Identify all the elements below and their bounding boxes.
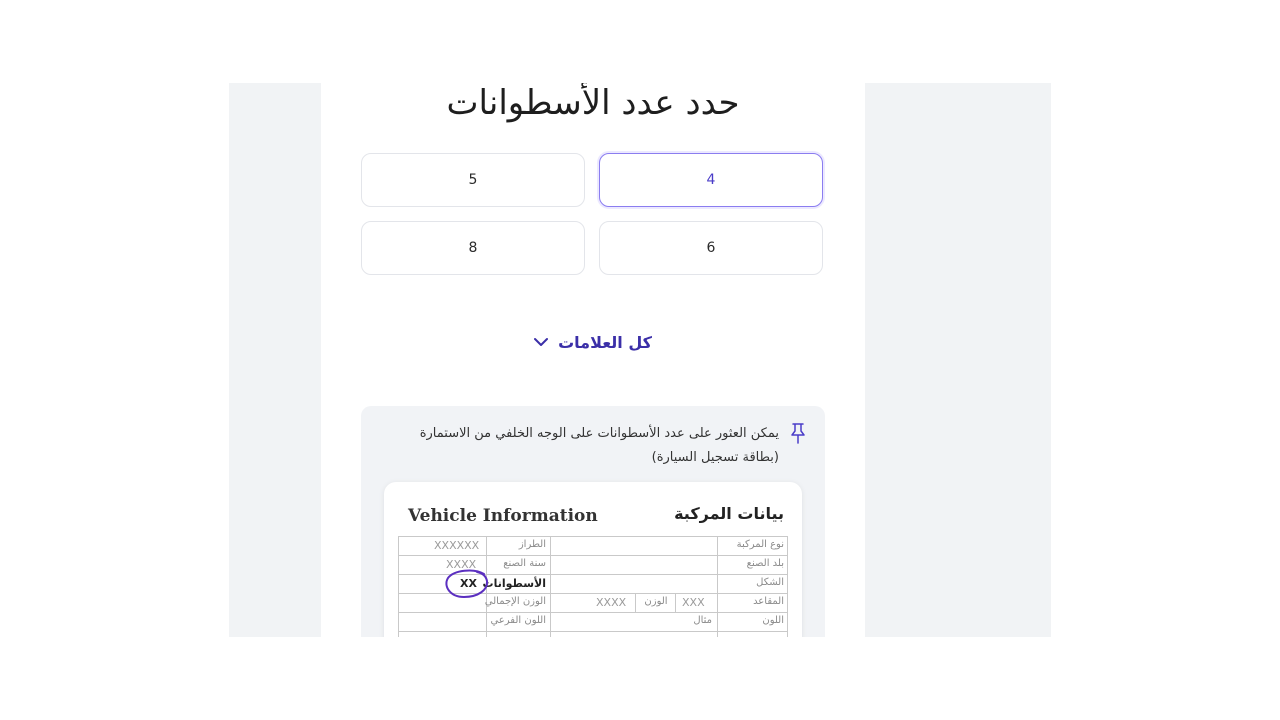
hint-text: يمكن العثور على عدد الأسطوانات على الوجه… bbox=[379, 422, 779, 470]
cell-model-label: الطراز bbox=[518, 539, 546, 550]
option-8-button[interactable]: 8 bbox=[361, 221, 585, 275]
cell-vehicle-type: نوع المركبة bbox=[736, 539, 784, 550]
cell-seats-value: XXX bbox=[682, 596, 705, 609]
cell-example: مثال bbox=[693, 615, 712, 626]
card-title-en: Vehicle Information bbox=[408, 506, 598, 526]
card-table: نوع المركبة الطراز XXXXXX بلد الصنع سنة … bbox=[398, 536, 788, 637]
all-brands-toggle[interactable]: كل العلامات bbox=[321, 329, 865, 355]
right-side-panel bbox=[865, 83, 1051, 637]
option-4-button[interactable]: 4 bbox=[599, 153, 823, 207]
cell-color: اللون bbox=[762, 615, 784, 626]
cell-shape: الشكل bbox=[756, 577, 784, 588]
highlight-circle-icon bbox=[445, 569, 489, 599]
option-5-button[interactable]: 5 bbox=[361, 153, 585, 207]
left-side-panel bbox=[229, 83, 321, 637]
cell-origin: بلد الصنع bbox=[746, 558, 784, 569]
pin-icon bbox=[789, 422, 807, 444]
registration-card-image: Vehicle Information بيانات المركبة نوع ا… bbox=[384, 482, 802, 637]
cell-seats: المقاعد bbox=[753, 596, 784, 607]
cell-model-value: XXXXXX bbox=[434, 539, 480, 552]
cell-subcolor-label: اللون الفرعي bbox=[490, 615, 546, 626]
hint-box: يمكن العثور على عدد الأسطوانات على الوجه… bbox=[361, 406, 825, 637]
all-brands-label: كل العلامات bbox=[558, 332, 652, 352]
card-title-ar: بيانات المركبة bbox=[674, 504, 784, 523]
chevron-down-icon bbox=[534, 337, 549, 347]
hint-line-2: (بطاقة تسجيل السيارة) bbox=[651, 450, 779, 465]
cell-year-label: سنة الصنع bbox=[503, 558, 546, 569]
cell-gross-weight-label: الوزن الإجمالي bbox=[484, 596, 546, 607]
main-content: حدد عدد الأسطوانات 4 5 6 8 كل العلامات ي… bbox=[321, 83, 865, 637]
cell-weight-label: الوزن bbox=[644, 596, 668, 607]
hint-line-1: يمكن العثور على عدد الأسطوانات على الوجه… bbox=[419, 426, 779, 441]
page-title: حدد عدد الأسطوانات bbox=[446, 83, 740, 123]
option-6-button[interactable]: 6 bbox=[599, 221, 823, 275]
cell-weight-value: XXXX bbox=[596, 596, 627, 609]
cell-cylinders-label: الأسطوانات bbox=[482, 577, 546, 590]
